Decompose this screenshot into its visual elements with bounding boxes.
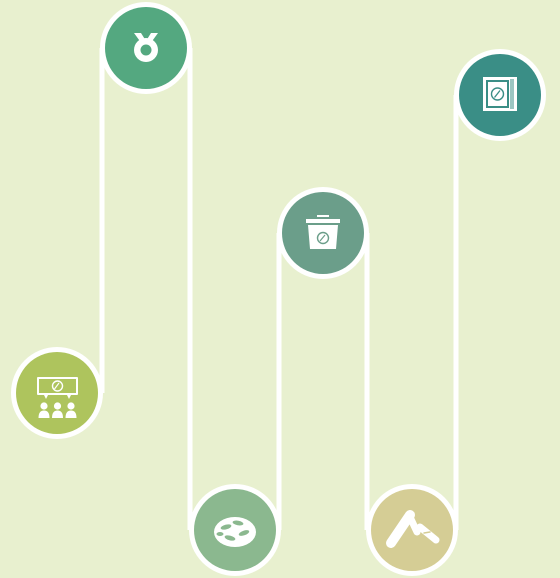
book-with-logo-icon (483, 77, 517, 111)
step-medal (100, 2, 192, 94)
step-seeds (189, 484, 281, 576)
timeline-svg (11, 2, 546, 576)
step-presentation (11, 347, 103, 439)
bowl-of-seeds-icon (214, 517, 256, 547)
container-with-logo-icon (306, 215, 340, 249)
step-products (366, 484, 458, 576)
step-book (454, 49, 546, 141)
timeline-diagram (0, 0, 560, 578)
step-products-fill (371, 489, 453, 571)
step-container (277, 187, 369, 279)
connector-path (99, 48, 459, 530)
